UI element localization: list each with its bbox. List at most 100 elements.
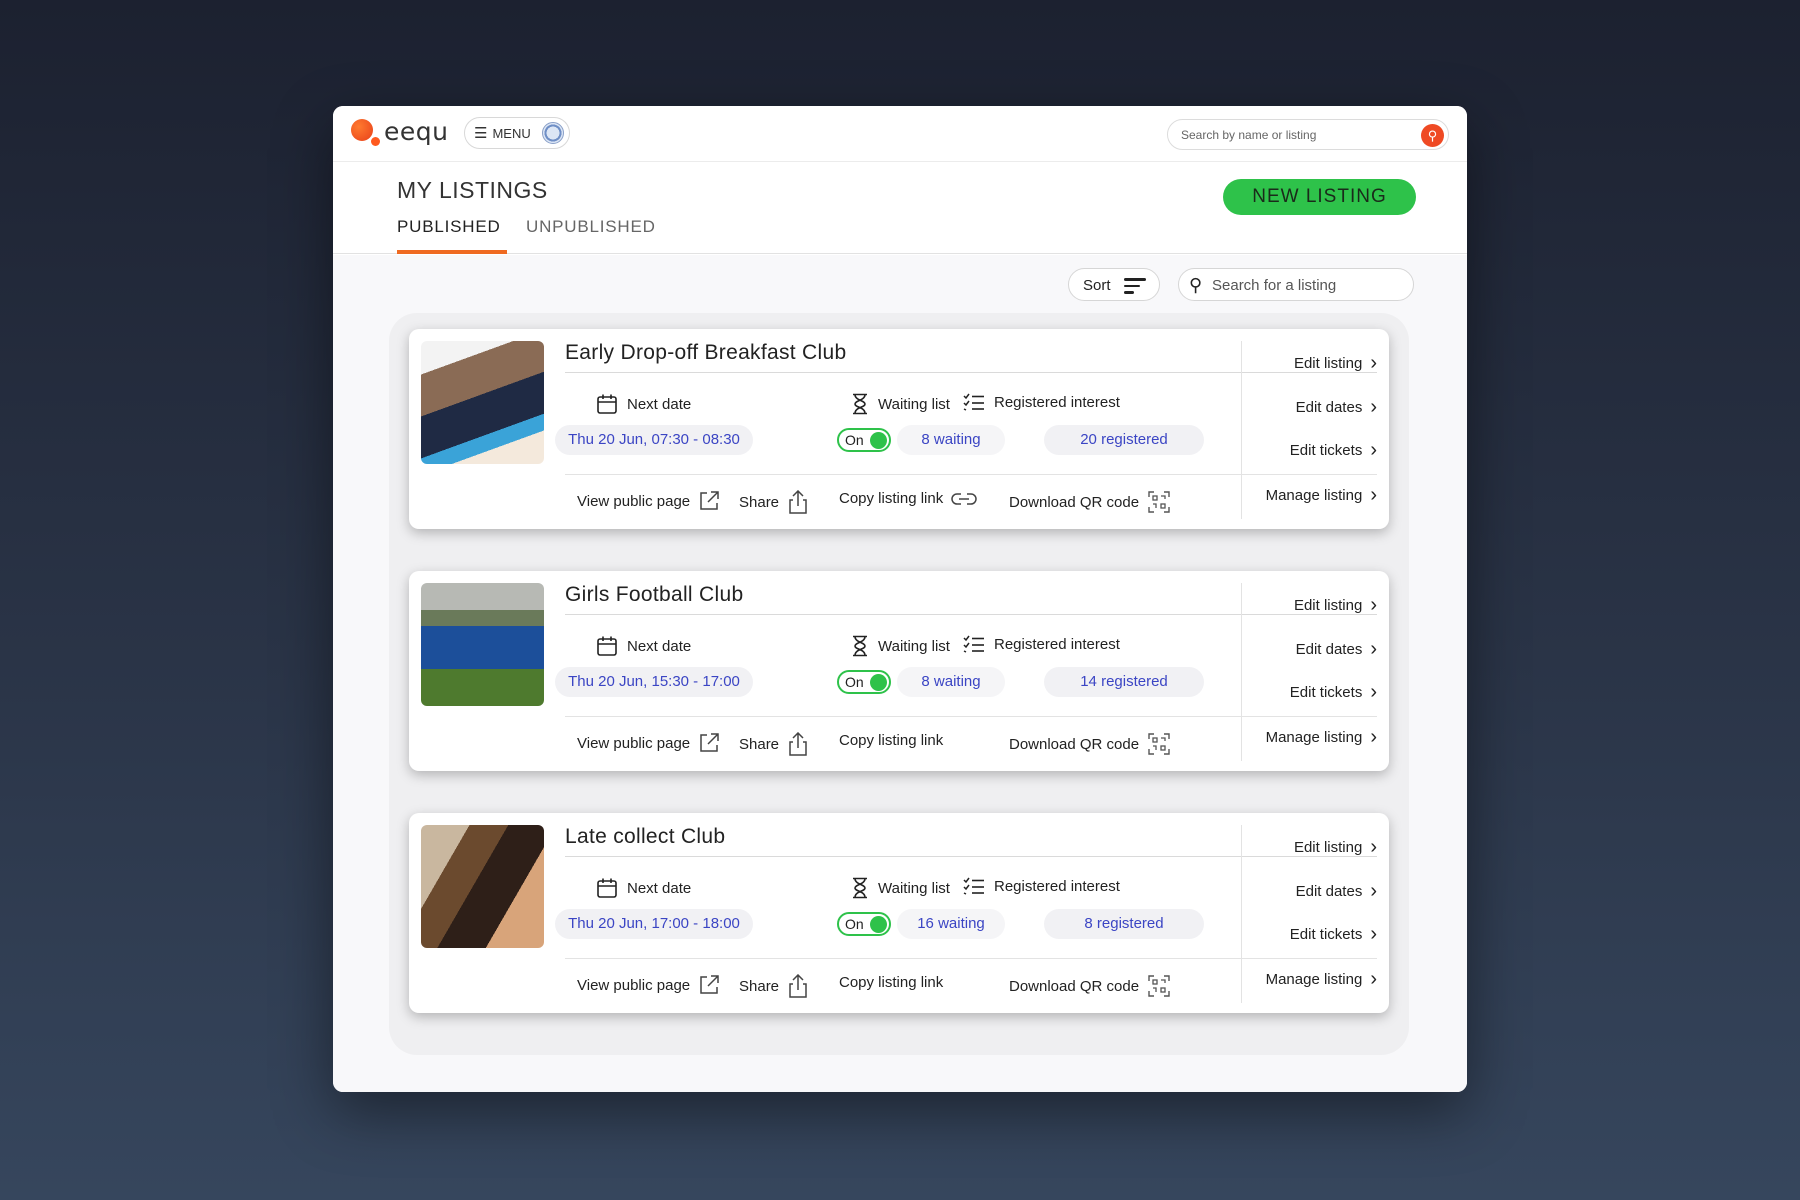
chevron-right-icon: › — [1370, 638, 1377, 660]
registered-count[interactable]: 20 registered — [1044, 425, 1204, 455]
share-label: Share — [739, 735, 780, 753]
next-date-value: Thu 20 Jun, 07:30 - 08:30 — [555, 425, 753, 455]
next-date-label: Next date — [627, 637, 692, 655]
listing-thumbnail[interactable] — [421, 583, 544, 706]
waiting-count[interactable]: 16 waiting — [897, 909, 1005, 939]
download-qr-label: Download QR code — [1009, 977, 1140, 995]
view-public-page-link[interactable]: View public page — [577, 974, 720, 996]
qr-code-icon — [1148, 491, 1170, 513]
registered-interest-heading: Registered interest — [963, 635, 1120, 653]
waiting-list-heading: Waiting list — [851, 635, 950, 657]
sort-button[interactable]: Sort — [1068, 268, 1160, 301]
listing-search-input[interactable]: ⚲ Search for a listing — [1178, 268, 1414, 301]
share-label: Share — [739, 977, 780, 995]
manage-listing-link[interactable]: Manage listing › — [1265, 969, 1377, 989]
registered-count[interactable]: 8 registered — [1044, 909, 1204, 939]
divider — [565, 614, 1377, 615]
edit-tickets-label: Edit tickets — [1289, 684, 1363, 701]
listing-title[interactable]: Late collect Club — [565, 825, 725, 849]
share-link[interactable]: Share — [739, 974, 809, 998]
divider — [565, 716, 1377, 717]
share-link[interactable]: Share — [739, 490, 809, 514]
registered-count[interactable]: 14 registered — [1044, 667, 1204, 697]
copy-listing-link[interactable]: Copy listing link — [839, 974, 943, 991]
global-search-input[interactable]: Search by name or listing ⚲ — [1167, 119, 1449, 150]
view-public-page-link[interactable]: View public page — [577, 490, 720, 512]
manage-listing-label: Manage listing — [1265, 971, 1363, 988]
main-content: Sort ⚲ Search for a listing Early Drop-o… — [333, 255, 1467, 1092]
search-icon[interactable]: ⚲ — [1421, 124, 1444, 147]
edit-listing-link[interactable]: Edit listing › — [1293, 353, 1377, 373]
edit-tickets-link[interactable]: Edit tickets › — [1289, 439, 1377, 461]
edit-listing-link[interactable]: Edit listing › — [1293, 836, 1377, 858]
divider — [565, 474, 1377, 475]
edit-listing-label: Edit listing — [1293, 597, 1363, 614]
calendar-icon — [597, 878, 617, 898]
external-link-icon — [700, 733, 719, 752]
global-search-placeholder: Search by name or listing — [1181, 128, 1317, 142]
share-link[interactable]: Share — [739, 732, 809, 756]
vertical-divider — [1241, 341, 1242, 519]
edit-listing-label: Edit listing — [1293, 355, 1363, 372]
external-link-icon — [700, 975, 719, 994]
edit-tickets-link[interactable]: Edit tickets › — [1290, 923, 1377, 945]
listing-title[interactable]: Early Drop-off Breakfast Club — [565, 341, 846, 365]
chevron-right-icon: › — [1370, 836, 1377, 858]
listing-thumbnail[interactable] — [421, 825, 544, 948]
view-public-page-link[interactable]: View public page — [577, 732, 720, 754]
view-public-page-label: View public page — [577, 734, 691, 752]
manage-listing-link[interactable]: Manage listing › — [1266, 727, 1377, 747]
tab-unpublished[interactable]: UNPUBLISHED — [526, 217, 656, 254]
chevron-right-icon: › — [1370, 594, 1377, 616]
download-qr-link[interactable]: Download QR code — [1009, 732, 1171, 756]
waiting-count[interactable]: 8 waiting — [897, 425, 1005, 455]
chevron-right-icon: › — [1370, 923, 1377, 945]
registered-interest-label: Registered interest — [994, 877, 1120, 895]
edit-tickets-link[interactable]: Edit tickets › — [1289, 681, 1377, 703]
waiting-list-label: Waiting list — [878, 879, 950, 897]
eequ-logo[interactable]: eequ — [351, 117, 471, 151]
download-qr-link[interactable]: Download QR code — [1009, 974, 1171, 998]
copy-listing-link-label: Copy listing link — [839, 490, 944, 507]
waiting-list-toggle[interactable]: On — [837, 912, 891, 936]
sort-icon — [1124, 278, 1146, 294]
listing-search-placeholder: Search for a listing — [1212, 277, 1337, 294]
chevron-right-icon: › — [1370, 681, 1377, 703]
download-qr-link[interactable]: Download QR code — [1009, 490, 1171, 514]
waiting-list-toggle[interactable]: On — [837, 670, 891, 694]
manage-listing-label: Manage listing — [1265, 487, 1363, 504]
manage-listing-link[interactable]: Manage listing › — [1265, 485, 1377, 505]
new-listing-button[interactable]: NEW LISTING — [1223, 179, 1416, 215]
toggle-knob — [870, 674, 887, 691]
page-header: MY LISTINGS PUBLISHED UNPUBLISHED NEW LI… — [333, 163, 1467, 254]
logo-mark — [351, 119, 373, 141]
edit-dates-label: Edit dates — [1295, 641, 1363, 658]
listing-thumbnail[interactable] — [421, 341, 544, 464]
chevron-right-icon: › — [1370, 439, 1377, 461]
qr-code-icon — [1148, 975, 1170, 997]
next-date-label: Next date — [627, 395, 692, 413]
tab-published[interactable]: PUBLISHED — [397, 217, 507, 254]
listing-title[interactable]: Girls Football Club — [565, 583, 743, 607]
hourglass-icon — [853, 393, 867, 415]
avatar — [542, 122, 564, 144]
copy-listing-link[interactable]: Copy listing link — [839, 490, 977, 507]
edit-dates-link[interactable]: Edit dates › — [1295, 638, 1377, 660]
edit-dates-link[interactable]: Edit dates › — [1296, 396, 1377, 418]
share-icon — [789, 490, 807, 514]
waiting-count[interactable]: 8 waiting — [897, 667, 1005, 697]
edit-dates-label: Edit dates — [1295, 883, 1363, 900]
hamburger-icon: ☰ — [474, 125, 488, 142]
waiting-list-toggle[interactable]: On — [837, 428, 891, 452]
chevron-right-icon: › — [1370, 396, 1377, 418]
edit-listing-link[interactable]: Edit listing › — [1293, 594, 1377, 616]
copy-listing-link[interactable]: Copy listing link — [839, 732, 943, 749]
edit-dates-link[interactable]: Edit dates › — [1295, 881, 1377, 901]
edit-listing-label: Edit listing — [1293, 839, 1363, 856]
listing-card: Late collect Club Next date Waiting list… — [409, 813, 1389, 1013]
registered-interest-label: Registered interest — [994, 635, 1120, 653]
logo-text: eequ — [384, 117, 449, 146]
logo-mark-dot — [371, 137, 380, 146]
edit-tickets-label: Edit tickets — [1289, 442, 1363, 459]
menu-button[interactable]: ☰ MENU — [464, 117, 570, 149]
